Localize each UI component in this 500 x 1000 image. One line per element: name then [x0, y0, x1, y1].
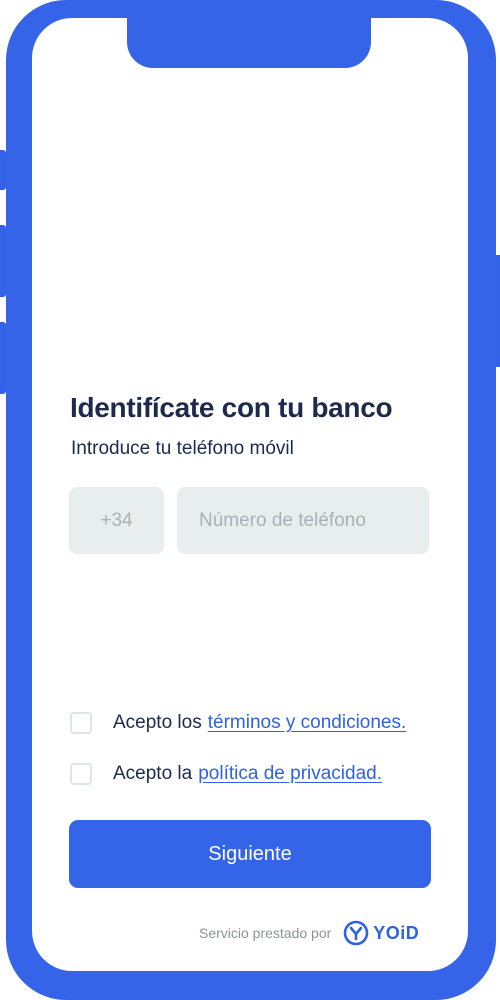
privacy-checkbox[interactable] — [70, 763, 92, 785]
yoid-logo-icon — [343, 920, 369, 946]
terms-link[interactable]: términos y condiciones. — [208, 712, 407, 734]
footer-service-text: Servicio prestado por — [199, 925, 332, 941]
page-subtitle: Introduce tu teléfono móvil — [71, 438, 294, 459]
page-title: Identifícate con tu banco — [70, 392, 393, 423]
privacy-consent-label: Acepto la — [113, 763, 193, 784]
next-button[interactable]: Siguiente — [69, 820, 431, 888]
country-code-field[interactable]: +34 — [69, 487, 164, 554]
terms-consent-label: Acepto los — [113, 712, 202, 733]
brand-name: YOiD — [373, 922, 420, 943]
phone-number-input[interactable] — [177, 487, 429, 554]
privacy-consent-row: Acepto la política de privacidad. — [70, 761, 382, 787]
footer: Servicio prestado por YOiD — [199, 918, 419, 948]
terms-checkbox[interactable] — [70, 712, 92, 734]
terms-consent-row: Acepto los términos y condiciones. — [70, 710, 406, 736]
phone-notch — [127, 18, 371, 68]
privacy-link[interactable]: política de privacidad. — [198, 763, 382, 785]
